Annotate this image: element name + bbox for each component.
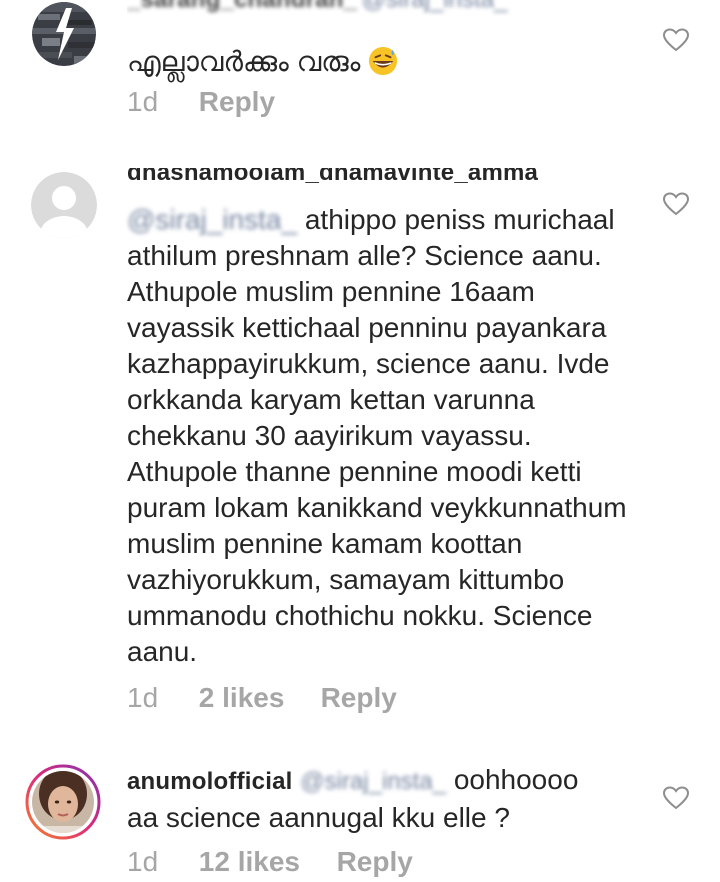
comment-meta: 1d 2 likes Reply (127, 680, 397, 716)
comment-text-line: anumolofficial @siraj_insta_ oohhoooo (127, 762, 647, 800)
comment-text-line: aanu. (127, 636, 198, 667)
glitch-avatar-icon (32, 2, 96, 66)
like-heart-icon[interactable] (662, 28, 690, 52)
comment-text-line: vayassik kettichaal penninu payankara (127, 312, 607, 343)
comment-text-line: aa science aannugal kku elle ? (127, 802, 510, 833)
comment-body: anumolofficial @siraj_insta_ oohhoooo aa… (127, 762, 647, 836)
comment-item: anumolofficial @siraj_insta_ oohhoooo aa… (0, 760, 720, 882)
comment-body: _sarang_chandran_ @siraj_insta_ എല്ലാവർക… (127, 0, 627, 80)
comment-time: 1d (127, 846, 159, 877)
comment-header: _sarang_chandran_ @siraj_insta_ (127, 0, 607, 16)
comment-text-line: ummanodu chothichu nokku. Science (127, 600, 593, 631)
default-avatar-icon (31, 172, 97, 238)
comment-text-line: Athupole thanne pennine moodi ketti (127, 456, 582, 487)
comment-time: 1d (127, 682, 159, 713)
comment-meta: 1d Reply (127, 84, 275, 120)
comment-username[interactable]: _sarang_chandran_ (127, 0, 357, 13)
comment-time: 1d (127, 86, 159, 117)
comment-text: എല്ലാവർക്കും വരും (127, 46, 361, 77)
comment-mention[interactable]: @siraj_insta_ (127, 204, 297, 235)
comment-text-line: chekkanu 30 aayirikum vayassu. (127, 420, 532, 451)
grinning-sweat-emoji-icon (369, 46, 398, 76)
like-heart-icon[interactable] (662, 192, 690, 216)
profile-photo-avatar-icon (25, 764, 101, 840)
comment-text-line: എല്ലാവർക്കും വരും (127, 44, 627, 80)
avatar[interactable] (32, 2, 96, 66)
comment-text-line: kazhappayirukkum, science aanu. Ivde (127, 348, 610, 379)
likes-count[interactable]: 2 likes (199, 680, 313, 716)
comment-username[interactable]: dhashamoolam_dhamavinte_amma (127, 168, 538, 186)
comment-text-line: muslim pennine kamam koottan (127, 528, 523, 559)
comment-mention[interactable]: @siraj_insta_ (362, 0, 508, 13)
comment-body: dhashamoolam_dhamavinte_amma @siraj_inst… (127, 168, 647, 670)
comment-text-line: orkkanda karyam kettan varunna (127, 384, 535, 415)
comment-mention[interactable]: @siraj_insta_ (300, 768, 446, 795)
reply-button[interactable]: Reply (199, 84, 275, 120)
comment-meta: 1d 12 likes Reply (127, 844, 413, 880)
likes-count[interactable]: 12 likes (199, 844, 329, 880)
avatar[interactable] (25, 764, 101, 840)
comment-text: oohhoooo (453, 764, 579, 795)
comment-item: dhashamoolam_dhamavinte_amma @siraj_inst… (0, 168, 720, 728)
comment-text: athippo peniss murichaal (304, 204, 615, 235)
comment-username[interactable]: anumolofficial (127, 768, 292, 795)
comment-text-line: Athupole muslim pennine 16aam (127, 276, 535, 307)
reply-button[interactable]: Reply (321, 680, 397, 716)
comment-header: dhashamoolam_dhamavinte_amma (127, 168, 587, 186)
comment-text-line: @siraj_insta_ athippo peniss murichaal (127, 202, 647, 238)
comment-text-line: athilum preshnam alle? Science aanu. (127, 240, 602, 271)
comment-text-line: vazhiyorukkum, samayam kittumbo (127, 564, 565, 595)
comment-item: _sarang_chandran_ @siraj_insta_ എല്ലാവർക… (0, 0, 720, 130)
comment-text-line: puram lokam kanikkand veykkunnathum (127, 492, 627, 523)
like-heart-icon[interactable] (662, 786, 690, 810)
avatar[interactable] (31, 172, 97, 238)
reply-button[interactable]: Reply (337, 844, 413, 880)
